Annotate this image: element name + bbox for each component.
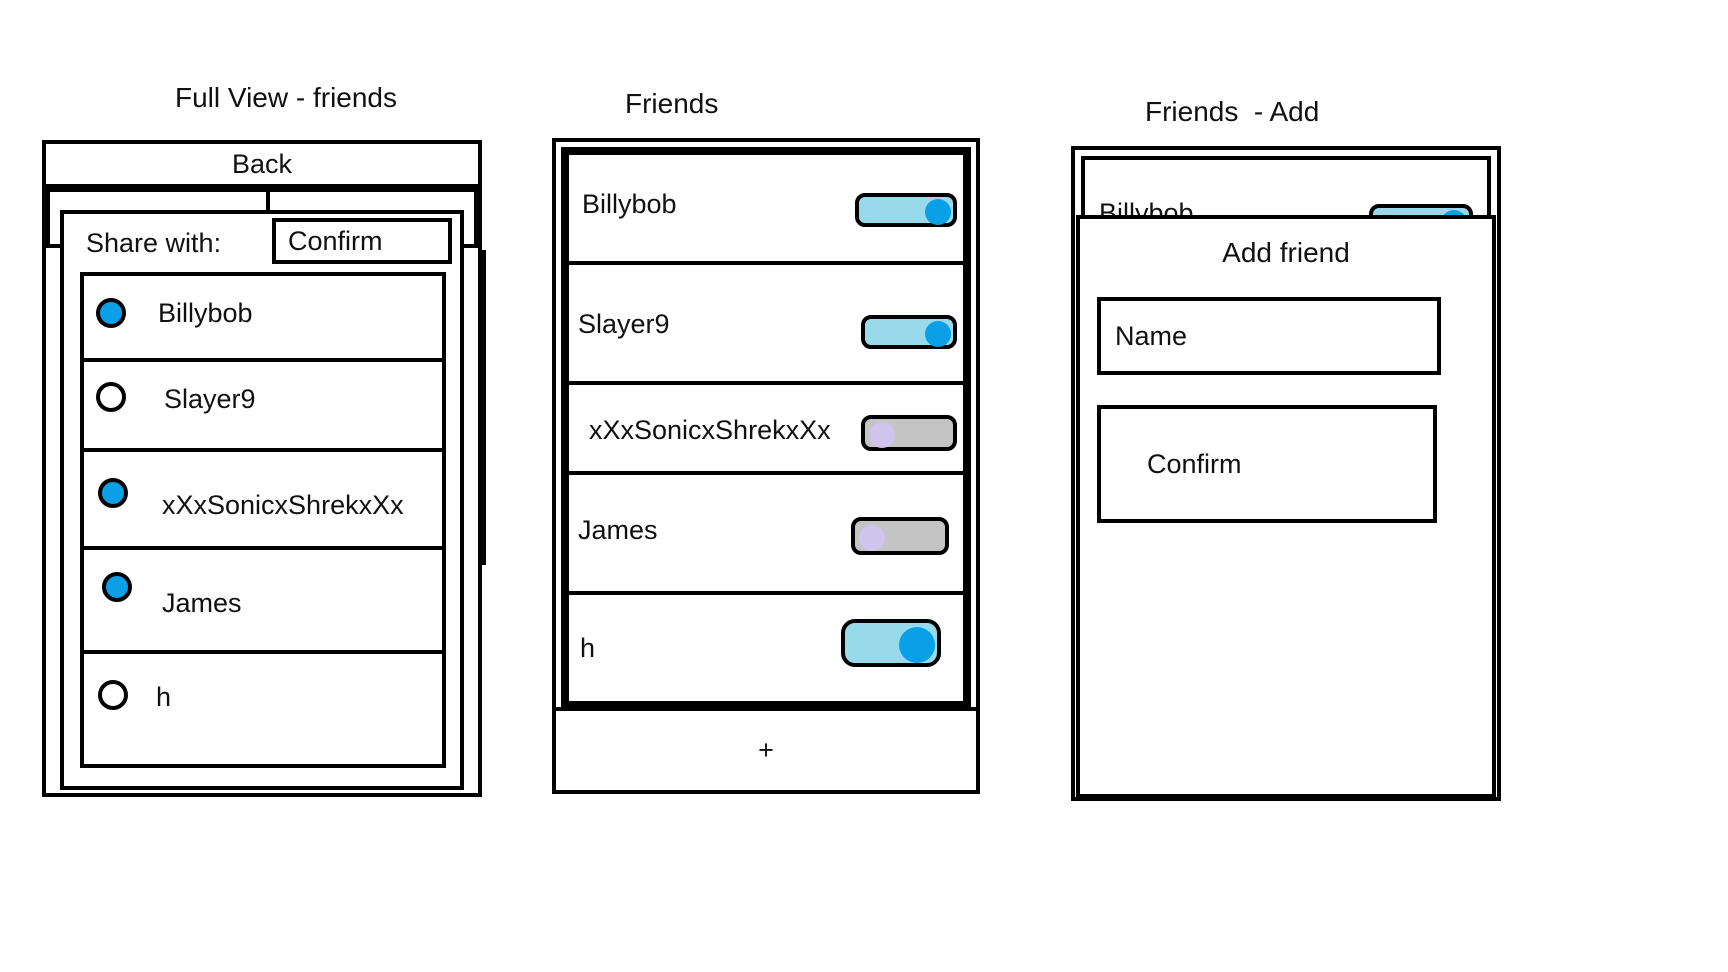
share-list-item[interactable]: Billybob xyxy=(80,272,446,362)
friend-toggle[interactable] xyxy=(841,619,941,667)
name-input[interactable]: Name xyxy=(1097,297,1441,375)
radio-button[interactable] xyxy=(96,382,126,412)
radio-button[interactable] xyxy=(98,478,128,508)
friend-name: Slayer9 xyxy=(578,309,670,339)
friend-list-item[interactable]: Billybob xyxy=(565,151,967,265)
friend-toggle[interactable] xyxy=(861,315,957,349)
share-confirm-label: Confirm xyxy=(288,225,383,256)
share-confirm-button[interactable]: Confirm xyxy=(272,218,452,264)
share-list-item[interactable]: Slayer9 xyxy=(80,358,446,452)
radio-button[interactable] xyxy=(102,572,132,602)
radio-button[interactable] xyxy=(98,680,128,710)
screen-title: Full View - friends xyxy=(175,82,398,113)
friend-name: xXxSonicxShrekxXx xyxy=(162,490,404,520)
friend-name: James xyxy=(578,515,658,545)
friend-name: h xyxy=(580,633,596,663)
toggle-knob xyxy=(925,321,951,347)
name-placeholder: Name xyxy=(1115,320,1188,351)
share-with-label: Share with: xyxy=(86,228,222,258)
toggle-knob xyxy=(899,627,935,663)
add-confirm-button[interactable]: Confirm xyxy=(1097,405,1437,523)
screen-title: Friends xyxy=(625,88,719,119)
toggle-knob xyxy=(869,422,895,448)
add-friend-button[interactable]: + xyxy=(552,707,980,794)
friend-list-item[interactable]: Slayer9 xyxy=(565,261,967,385)
share-list-item[interactable]: h xyxy=(80,650,446,768)
toggle-knob xyxy=(859,525,885,551)
toggle-knob xyxy=(925,199,951,225)
friend-name: Billybob xyxy=(582,189,677,219)
friend-list-item[interactable]: xXxSonicxShrekxXx xyxy=(565,381,967,475)
add-label: + xyxy=(758,735,774,765)
underlying-list-edge-right xyxy=(478,250,486,565)
share-list-item[interactable]: James xyxy=(80,546,446,654)
share-list-item[interactable]: xXxSonicxShrekxXx xyxy=(80,448,446,550)
dialog-title: Add friend xyxy=(1222,237,1350,268)
back-button[interactable]: Back xyxy=(42,140,482,188)
add-confirm-label: Confirm xyxy=(1147,448,1242,479)
add-friend-dialog: Add friend Name Confirm xyxy=(1076,215,1496,798)
friend-name: James xyxy=(162,588,242,618)
friend-name: Slayer9 xyxy=(164,384,256,414)
friend-toggle[interactable] xyxy=(855,193,957,227)
friend-name: xXxSonicxShrekxXx xyxy=(589,415,831,445)
screen-title: Friends - Add xyxy=(1145,96,1320,127)
underlying-list-edge-left xyxy=(42,250,50,565)
radio-button[interactable] xyxy=(96,298,126,328)
friend-list-item[interactable]: James xyxy=(565,471,967,595)
friend-name: Billybob xyxy=(158,298,253,328)
friend-name: h xyxy=(156,682,172,712)
friend-toggle[interactable] xyxy=(861,415,957,451)
back-label: Back xyxy=(231,148,293,179)
friend-toggle[interactable] xyxy=(851,517,949,555)
friend-list-item[interactable]: h xyxy=(565,591,967,705)
